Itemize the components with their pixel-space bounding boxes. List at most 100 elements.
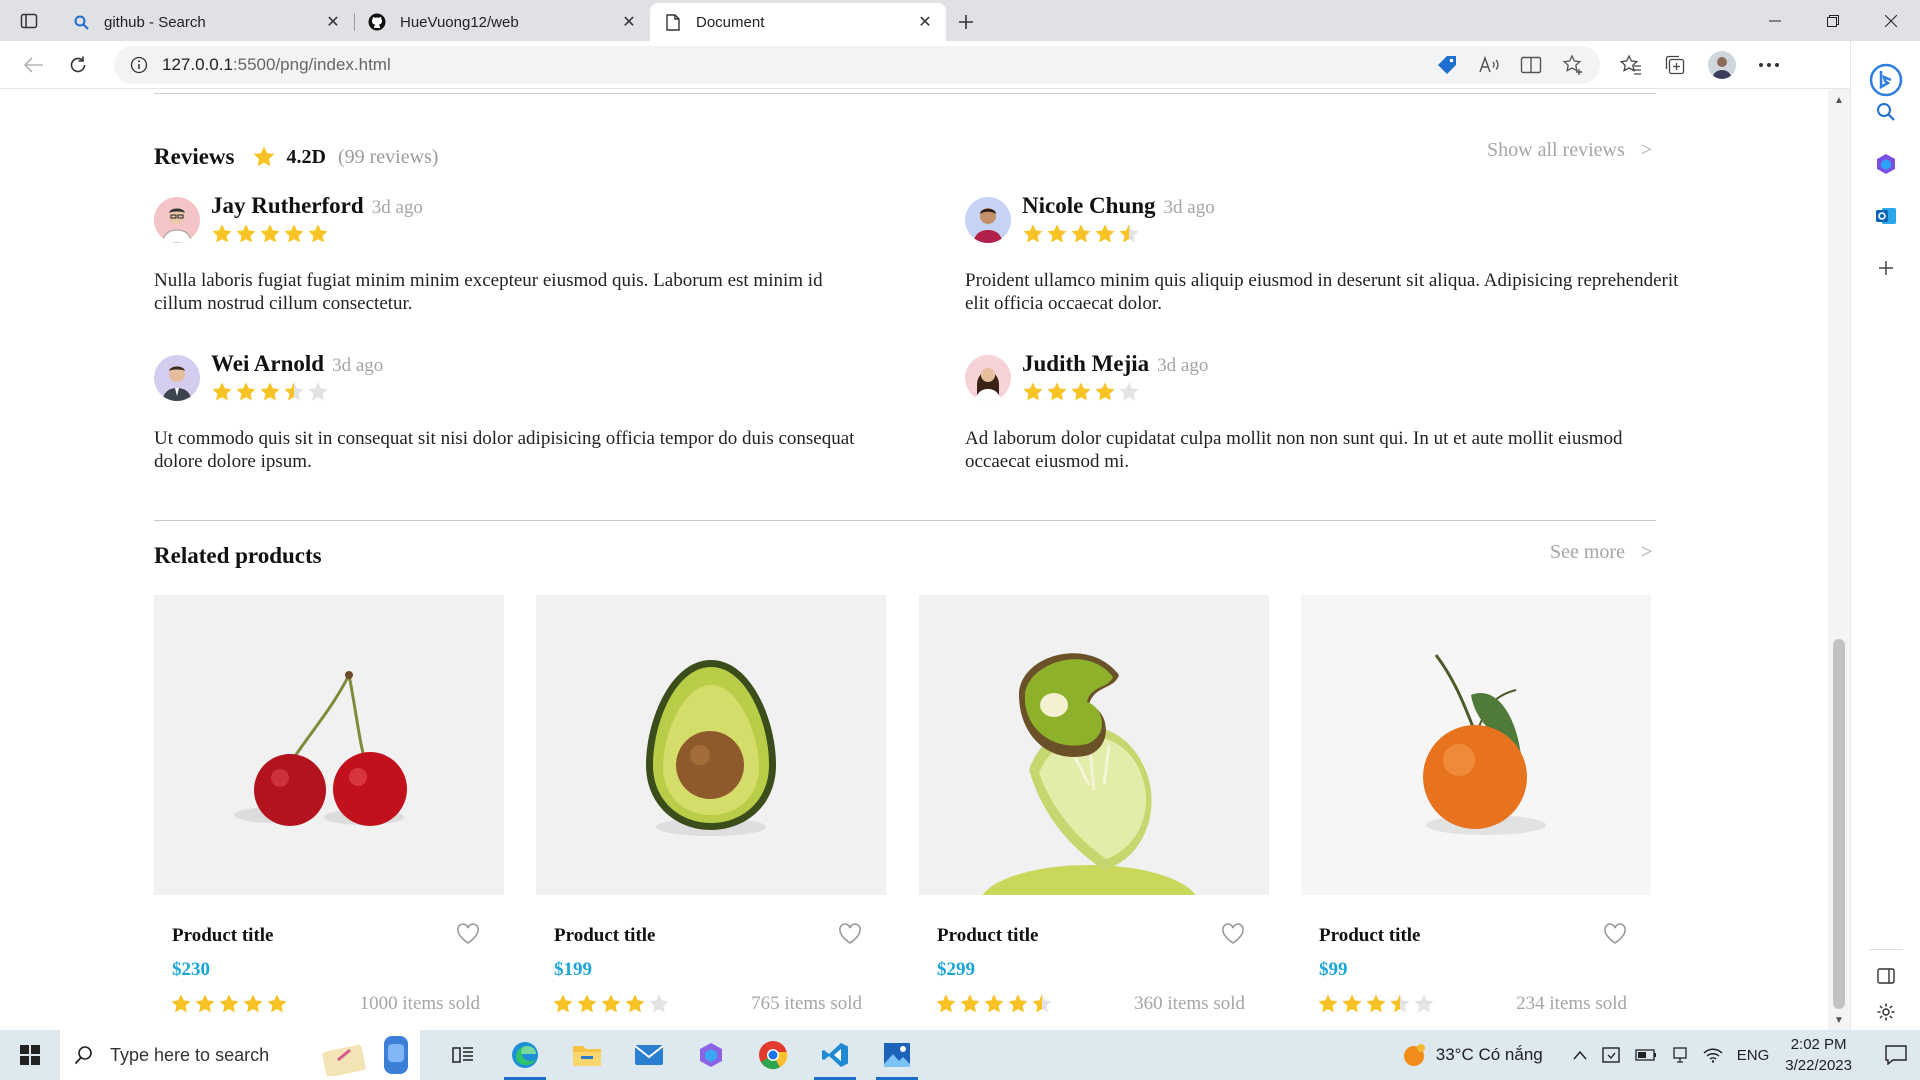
star-full-icon bbox=[1095, 224, 1115, 243]
new-tab-button[interactable] bbox=[946, 3, 986, 41]
taskbar-chrome[interactable] bbox=[742, 1030, 804, 1080]
tab-actions-button[interactable] bbox=[0, 0, 58, 41]
settings-gear-icon[interactable] bbox=[1876, 1002, 1896, 1022]
scroll-up-arrow-icon[interactable]: ▲ bbox=[1828, 95, 1850, 106]
star-full-icon bbox=[1008, 994, 1028, 1013]
weather-text: 33°C Có nắng bbox=[1435, 1045, 1543, 1064]
review-time: 3d ago bbox=[1157, 355, 1209, 376]
refresh-button[interactable] bbox=[56, 47, 100, 83]
star-full-icon bbox=[171, 994, 191, 1013]
review-text: Nulla laboris fugiat fugiat minim minim … bbox=[154, 270, 823, 314]
star-full-icon bbox=[212, 224, 232, 243]
back-button[interactable] bbox=[12, 47, 56, 83]
tab-document[interactable]: Document ✕ bbox=[650, 3, 946, 41]
star-rating bbox=[211, 223, 329, 245]
tab-title: Document bbox=[696, 13, 765, 31]
product-card[interactable]: Product title $199 765 items sold bbox=[536, 595, 886, 1014]
clock-time: 2:02 PM bbox=[1790, 1036, 1847, 1053]
scroll-thumb[interactable] bbox=[1833, 639, 1845, 1009]
star-full-icon bbox=[1071, 382, 1091, 401]
product-image[interactable] bbox=[154, 595, 504, 895]
star-icon bbox=[254, 146, 275, 167]
more-options-icon[interactable] bbox=[1758, 62, 1780, 68]
product-card[interactable]: Product title $99 234 items sold bbox=[1301, 595, 1651, 1014]
review-text: Ad laborum dolor cupidatat culpa mollit … bbox=[965, 428, 1623, 472]
star-empty-icon bbox=[308, 382, 328, 401]
taskbar-vscode[interactable] bbox=[804, 1030, 866, 1080]
close-window-button[interactable] bbox=[1862, 0, 1920, 41]
notification-center-button[interactable] bbox=[1872, 1045, 1920, 1065]
clock[interactable]: 2:02 PM 3/22/2023 bbox=[1785, 1034, 1852, 1076]
collections-icon[interactable] bbox=[1664, 54, 1686, 76]
shopping-tag-icon[interactable] bbox=[1436, 54, 1458, 76]
heart-icon[interactable] bbox=[456, 923, 480, 945]
taskbar-search[interactable]: Type here to search bbox=[60, 1030, 420, 1080]
tab-huevuong-web[interactable]: HueVuong12/web ✕ bbox=[354, 3, 650, 41]
heart-icon[interactable] bbox=[1221, 923, 1245, 945]
product-image[interactable] bbox=[536, 595, 886, 895]
address-bar[interactable]: 127.0.0.1:5500/png/index.html bbox=[114, 45, 1600, 84]
immersive-reader-icon[interactable] bbox=[1520, 55, 1542, 75]
product-image[interactable] bbox=[919, 595, 1269, 895]
product-image[interactable] bbox=[1301, 595, 1651, 895]
close-icon bbox=[1885, 14, 1897, 27]
review-time: 3d ago bbox=[371, 197, 423, 218]
taskbar-copilot[interactable] bbox=[680, 1030, 742, 1080]
hide-sidebar-icon[interactable] bbox=[1876, 968, 1895, 984]
bing-chat-button[interactable] bbox=[1869, 63, 1903, 97]
product-title[interactable]: Product title bbox=[937, 925, 1039, 947]
product-title[interactable]: Product title bbox=[172, 925, 274, 947]
onedrive-sync-icon[interactable] bbox=[1601, 1046, 1621, 1064]
close-icon[interactable]: ✕ bbox=[916, 13, 934, 31]
product-card[interactable]: Product title $230 1000 items sold bbox=[154, 595, 504, 1014]
vscode-icon bbox=[822, 1043, 848, 1067]
heart-icon[interactable] bbox=[1603, 923, 1627, 945]
star-full-icon bbox=[1047, 224, 1067, 243]
profile-avatar[interactable] bbox=[1708, 50, 1736, 79]
divider bbox=[154, 520, 1656, 521]
heart-icon[interactable] bbox=[838, 923, 862, 945]
page-scrollbar[interactable]: ▲ ▼ bbox=[1828, 89, 1850, 1030]
product-card[interactable]: Product title $299 360 items sold bbox=[919, 595, 1269, 1014]
taskbar-photos[interactable] bbox=[866, 1030, 928, 1080]
battery-icon[interactable] bbox=[1635, 1049, 1657, 1061]
task-view-button[interactable] bbox=[432, 1030, 494, 1080]
user-avatar-icon bbox=[1712, 56, 1732, 79]
scroll-down-arrow-icon[interactable]: ▼ bbox=[1828, 1015, 1850, 1026]
star-half-icon bbox=[284, 382, 304, 401]
chevron-up-icon[interactable] bbox=[1573, 1047, 1587, 1064]
restore-button[interactable] bbox=[1804, 0, 1862, 41]
sidebar-search-button[interactable] bbox=[1869, 95, 1903, 129]
see-more-link[interactable]: See more > bbox=[1550, 541, 1652, 564]
tab-github-search[interactable]: github - Search ✕ bbox=[58, 3, 354, 41]
sidebar-add-button[interactable] bbox=[1869, 251, 1903, 285]
star-full-icon bbox=[960, 994, 980, 1013]
show-all-reviews-link[interactable]: Show all reviews > bbox=[1487, 139, 1652, 162]
minimize-button[interactable] bbox=[1746, 0, 1804, 41]
star-rating bbox=[935, 993, 1053, 1015]
language-indicator[interactable]: ENG bbox=[1737, 1047, 1770, 1064]
read-aloud-icon[interactable] bbox=[1478, 55, 1500, 75]
star-full-icon bbox=[1071, 224, 1091, 243]
add-favorite-icon[interactable] bbox=[1562, 53, 1584, 76]
sidebar-outlook-button[interactable] bbox=[1869, 199, 1903, 233]
star-full-icon bbox=[601, 994, 621, 1013]
sidebar-office-button[interactable] bbox=[1869, 147, 1903, 181]
product-title[interactable]: Product title bbox=[1319, 925, 1421, 947]
page-content: Reviews 4.2D (99 reviews) Show all revie… bbox=[0, 89, 1828, 1030]
search-icon bbox=[74, 1046, 92, 1065]
taskbar-edge[interactable] bbox=[494, 1030, 556, 1080]
product-title[interactable]: Product title bbox=[554, 925, 656, 947]
network-device-icon[interactable] bbox=[1671, 1046, 1689, 1064]
wifi-icon[interactable] bbox=[1703, 1047, 1723, 1063]
close-icon[interactable]: ✕ bbox=[620, 13, 638, 31]
tab-strip: github - Search ✕ HueVuong12/web ✕ Docum… bbox=[0, 0, 1920, 41]
taskbar-file-explorer[interactable] bbox=[556, 1030, 618, 1080]
weather-widget[interactable]: 33°C Có nắng bbox=[1402, 1042, 1543, 1068]
favorites-icon[interactable] bbox=[1620, 53, 1642, 76]
taskbar-mail[interactable] bbox=[618, 1030, 680, 1080]
close-icon[interactable]: ✕ bbox=[324, 13, 342, 31]
star-full-icon bbox=[1095, 382, 1115, 401]
windows-taskbar: Type here to search 33°C Có nắng ENG 2:0… bbox=[0, 1030, 1920, 1080]
start-button[interactable] bbox=[0, 1030, 60, 1080]
